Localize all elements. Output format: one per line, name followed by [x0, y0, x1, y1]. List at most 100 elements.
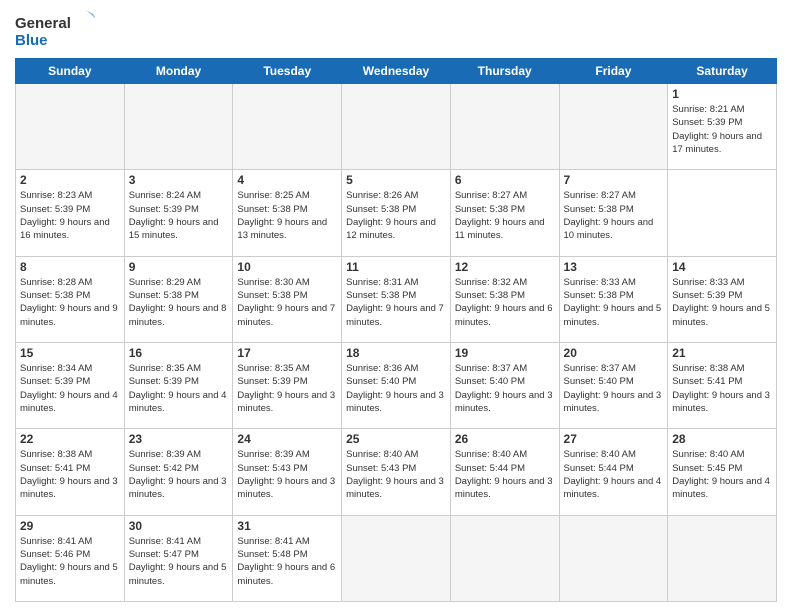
day-info: Sunrise: 8:35 AMSunset: 5:39 PMDaylight:…: [129, 362, 229, 415]
day-number: 29: [20, 519, 120, 533]
day-cell-2: 2Sunrise: 8:23 AMSunset: 5:39 PMDaylight…: [16, 170, 125, 256]
day-info: Sunrise: 8:26 AMSunset: 5:38 PMDaylight:…: [346, 189, 446, 242]
day-info: Sunrise: 8:27 AMSunset: 5:38 PMDaylight:…: [564, 189, 664, 242]
empty-cell: [124, 84, 233, 170]
day-info: Sunrise: 8:33 AMSunset: 5:39 PMDaylight:…: [672, 276, 772, 329]
col-header-saturday: Saturday: [668, 59, 777, 84]
day-number: 26: [455, 432, 555, 446]
header: General Blue: [15, 10, 777, 50]
day-number: 3: [129, 173, 229, 187]
day-info: Sunrise: 8:24 AMSunset: 5:39 PMDaylight:…: [129, 189, 229, 242]
day-cell-5: 5Sunrise: 8:26 AMSunset: 5:38 PMDaylight…: [342, 170, 451, 256]
day-cell-31: 31Sunrise: 8:41 AMSunset: 5:48 PMDayligh…: [233, 515, 342, 601]
day-number: 6: [455, 173, 555, 187]
day-number: 19: [455, 346, 555, 360]
empty-cell: [233, 84, 342, 170]
logo: General Blue: [15, 10, 95, 50]
calendar-header-row: SundayMondayTuesdayWednesdayThursdayFrid…: [16, 59, 777, 84]
day-cell-29: 29 Sunrise: 8:41 AMSunset: 5:46 PMDayligh…: [16, 515, 125, 601]
day-cell-6: 6 Sunrise: 8:27 AMSunset: 5:38 PMDaylight…: [450, 170, 559, 256]
day-info: Sunrise: 8:36 AMSunset: 5:40 PMDaylight:…: [346, 362, 446, 415]
day-info: Sunrise: 8:37 AMSunset: 5:40 PMDaylight:…: [564, 362, 664, 415]
day-info: Sunrise: 8:31 AMSunset: 5:38 PMDaylight:…: [346, 276, 446, 329]
day-cell-19: 19 Sunrise: 8:37 AMSunset: 5:40 PMDayligh…: [450, 342, 559, 428]
day-number: 28: [672, 432, 772, 446]
day-number: 2: [20, 173, 120, 187]
day-number: 4: [237, 173, 337, 187]
empty-cell: [559, 515, 668, 601]
calendar-week-6: 29 Sunrise: 8:41 AMSunset: 5:46 PMDayligh…: [16, 515, 777, 601]
day-cell-17: 17Sunrise: 8:35 AMSunset: 5:39 PMDayligh…: [233, 342, 342, 428]
day-number: 22: [20, 432, 120, 446]
empty-cell: [559, 84, 668, 170]
day-cell-11: 11 Sunrise: 8:31 AMSunset: 5:38 PMDayligh…: [342, 256, 451, 342]
empty-cell: [342, 515, 451, 601]
day-info: Sunrise: 8:29 AMSunset: 5:38 PMDaylight:…: [129, 276, 229, 329]
day-cell-14: 14 Sunrise: 8:33 AMSunset: 5:39 PMDayligh…: [668, 256, 777, 342]
svg-text:Blue: Blue: [15, 32, 48, 49]
day-info: Sunrise: 8:41 AMSunset: 5:47 PMDaylight:…: [129, 535, 229, 588]
day-cell-18: 18 Sunrise: 8:36 AMSunset: 5:40 PMDayligh…: [342, 342, 451, 428]
col-header-thursday: Thursday: [450, 59, 559, 84]
day-info: Sunrise: 8:37 AMSunset: 5:40 PMDaylight:…: [455, 362, 555, 415]
day-info: Sunrise: 8:27 AMSunset: 5:38 PMDaylight:…: [455, 189, 555, 242]
day-info: Sunrise: 8:34 AMSunset: 5:39 PMDaylight:…: [20, 362, 120, 415]
day-number: 24: [237, 432, 337, 446]
day-info: Sunrise: 8:40 AMSunset: 5:44 PMDaylight:…: [564, 448, 664, 501]
day-info: Sunrise: 8:21 AMSunset: 5:39 PMDaylight:…: [672, 103, 772, 156]
day-cell-8: 8 Sunrise: 8:28 AMSunset: 5:38 PMDaylight…: [16, 256, 125, 342]
day-number: 25: [346, 432, 446, 446]
day-cell-24: 24 Sunrise: 8:39 AMSunset: 5:43 PMDayligh…: [233, 429, 342, 515]
day-number: 21: [672, 346, 772, 360]
day-number: 14: [672, 260, 772, 274]
calendar-table: SundayMondayTuesdayWednesdayThursdayFrid…: [15, 58, 777, 602]
day-cell-30: 30 Sunrise: 8:41 AMSunset: 5:47 PMDayligh…: [124, 515, 233, 601]
day-cell-4: 4 Sunrise: 8:25 AMSunset: 5:38 PMDaylight…: [233, 170, 342, 256]
day-info: Sunrise: 8:41 AMSunset: 5:46 PMDaylight:…: [20, 535, 120, 588]
day-cell-9: 9 Sunrise: 8:29 AMSunset: 5:38 PMDaylight…: [124, 256, 233, 342]
day-cell-26: 26 Sunrise: 8:40 AMSunset: 5:44 PMDayligh…: [450, 429, 559, 515]
day-info: Sunrise: 8:39 AMSunset: 5:42 PMDaylight:…: [129, 448, 229, 501]
svg-text:General: General: [15, 15, 71, 32]
col-header-monday: Monday: [124, 59, 233, 84]
day-info: Sunrise: 8:39 AMSunset: 5:43 PMDaylight:…: [237, 448, 337, 501]
day-cell-3: 3 Sunrise: 8:24 AMSunset: 5:39 PMDaylight…: [124, 170, 233, 256]
day-number: 18: [346, 346, 446, 360]
calendar-week-3: 8 Sunrise: 8:28 AMSunset: 5:38 PMDaylight…: [16, 256, 777, 342]
day-info: Sunrise: 8:41 AMSunset: 5:48 PMDaylight:…: [237, 535, 337, 588]
day-info: Sunrise: 8:40 AMSunset: 5:43 PMDaylight:…: [346, 448, 446, 501]
empty-cell: [668, 515, 777, 601]
day-info: Sunrise: 8:38 AMSunset: 5:41 PMDaylight:…: [20, 448, 120, 501]
empty-cell: [16, 84, 125, 170]
day-info: Sunrise: 8:30 AMSunset: 5:38 PMDaylight:…: [237, 276, 337, 329]
day-info: Sunrise: 8:25 AMSunset: 5:38 PMDaylight:…: [237, 189, 337, 242]
col-header-sunday: Sunday: [16, 59, 125, 84]
day-number: 9: [129, 260, 229, 274]
day-cell-28: 28 Sunrise: 8:40 AMSunset: 5:45 PMDayligh…: [668, 429, 777, 515]
day-cell-1: 1 Sunrise: 8:21 AMSunset: 5:39 PMDaylight…: [668, 84, 777, 170]
day-number: 1: [672, 87, 772, 101]
day-number: 11: [346, 260, 446, 274]
day-cell-10: 10Sunrise: 8:30 AMSunset: 5:38 PMDayligh…: [233, 256, 342, 342]
day-cell-20: 20Sunrise: 8:37 AMSunset: 5:40 PMDayligh…: [559, 342, 668, 428]
calendar-week-2: 2Sunrise: 8:23 AMSunset: 5:39 PMDaylight…: [16, 170, 777, 256]
day-cell-16: 16Sunrise: 8:35 AMSunset: 5:39 PMDayligh…: [124, 342, 233, 428]
page: General Blue SundayMondayTuesdayWednesda…: [0, 0, 792, 612]
empty-cell: [450, 84, 559, 170]
day-number: 13: [564, 260, 664, 274]
day-info: Sunrise: 8:40 AMSunset: 5:45 PMDaylight:…: [672, 448, 772, 501]
day-number: 7: [564, 173, 664, 187]
col-header-friday: Friday: [559, 59, 668, 84]
day-info: Sunrise: 8:33 AMSunset: 5:38 PMDaylight:…: [564, 276, 664, 329]
day-info: Sunrise: 8:40 AMSunset: 5:44 PMDaylight:…: [455, 448, 555, 501]
day-number: 23: [129, 432, 229, 446]
day-number: 8: [20, 260, 120, 274]
day-number: 17: [237, 346, 337, 360]
day-cell-22: 22 Sunrise: 8:38 AMSunset: 5:41 PMDayligh…: [16, 429, 125, 515]
day-cell-27: 27Sunrise: 8:40 AMSunset: 5:44 PMDayligh…: [559, 429, 668, 515]
day-info: Sunrise: 8:32 AMSunset: 5:38 PMDaylight:…: [455, 276, 555, 329]
day-number: 30: [129, 519, 229, 533]
calendar-week-5: 22 Sunrise: 8:38 AMSunset: 5:41 PMDayligh…: [16, 429, 777, 515]
day-cell-25: 25 Sunrise: 8:40 AMSunset: 5:43 PMDayligh…: [342, 429, 451, 515]
day-info: Sunrise: 8:28 AMSunset: 5:38 PMDaylight:…: [20, 276, 120, 329]
